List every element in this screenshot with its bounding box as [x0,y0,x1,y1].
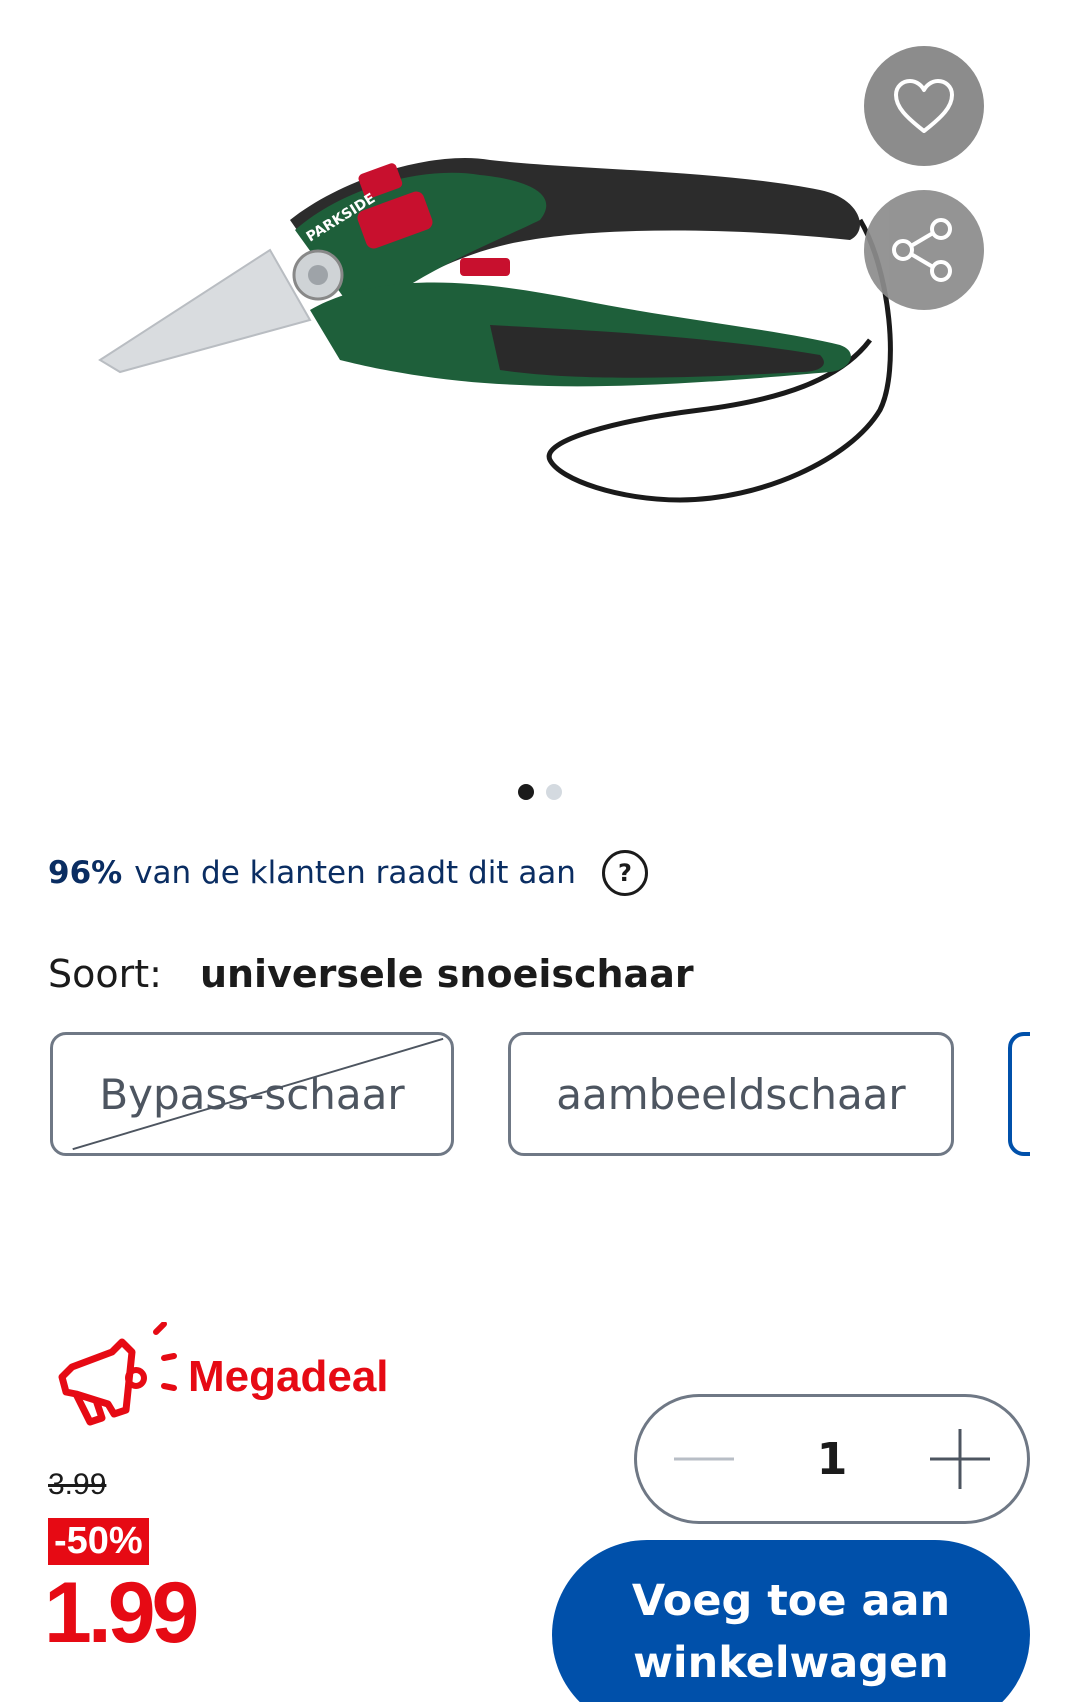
variant-selector-header: Soort: universele snoeischaar [48,952,694,996]
add-to-cart-label-line2: winkelwagen [633,1638,949,1688]
gallery-dot-active[interactable] [518,784,534,800]
plus-icon [930,1429,990,1489]
megaphone-icon [58,1322,177,1426]
variant-option-unavailable[interactable]: Bypass-schaar [50,1032,454,1156]
gallery-pagination [0,784,1080,800]
variant-label: Soort: [48,952,162,996]
variant-option[interactable]: aambeeldschaar [508,1032,954,1156]
recommendation-line: 96% van de klanten raadt dit aan ? [48,850,648,896]
unavailable-strike-icon [72,1037,444,1151]
increase-quantity-button[interactable] [927,1426,993,1492]
quantity-stepper[interactable]: 1 [634,1394,1030,1524]
share-button[interactable] [864,190,984,310]
quantity-value[interactable]: 1 [817,1434,848,1485]
heart-icon [894,79,954,133]
product-gallery[interactable]: PARKSIDE [0,0,1080,760]
help-icon[interactable]: ? [601,850,648,896]
add-to-cart-label-line1: Voeg toe aan [631,1576,951,1626]
recommendation-percent: 96% [48,855,123,891]
variant-selected-value: universele snoeischaar [199,952,694,996]
decrease-quantity-button[interactable] [671,1426,737,1492]
megadeal-badge: Megadeal [52,1322,389,1432]
pruning-shears-image: PARKSIDE [98,158,893,503]
minus-icon [674,1457,734,1461]
gallery-dot[interactable] [546,784,562,800]
variant-options: Bypass-schaar aambeeldschaar [50,1032,1030,1162]
add-to-cart-button[interactable]: Voeg toe aan winkelwagen [552,1540,1030,1702]
old-price: 3.99 [48,1468,107,1501]
megadeal-label: Megadeal [188,1352,389,1401]
recommendation-text: van de klanten raadt dit aan [134,855,576,891]
share-icon [892,218,952,282]
variant-option-label: aambeeldschaar [556,1069,906,1119]
discount-badge: -50% [48,1518,149,1565]
variant-option-selected[interactable] [1008,1032,1030,1156]
current-price: 1.99 [44,1565,199,1661]
favorite-button[interactable] [864,46,984,166]
